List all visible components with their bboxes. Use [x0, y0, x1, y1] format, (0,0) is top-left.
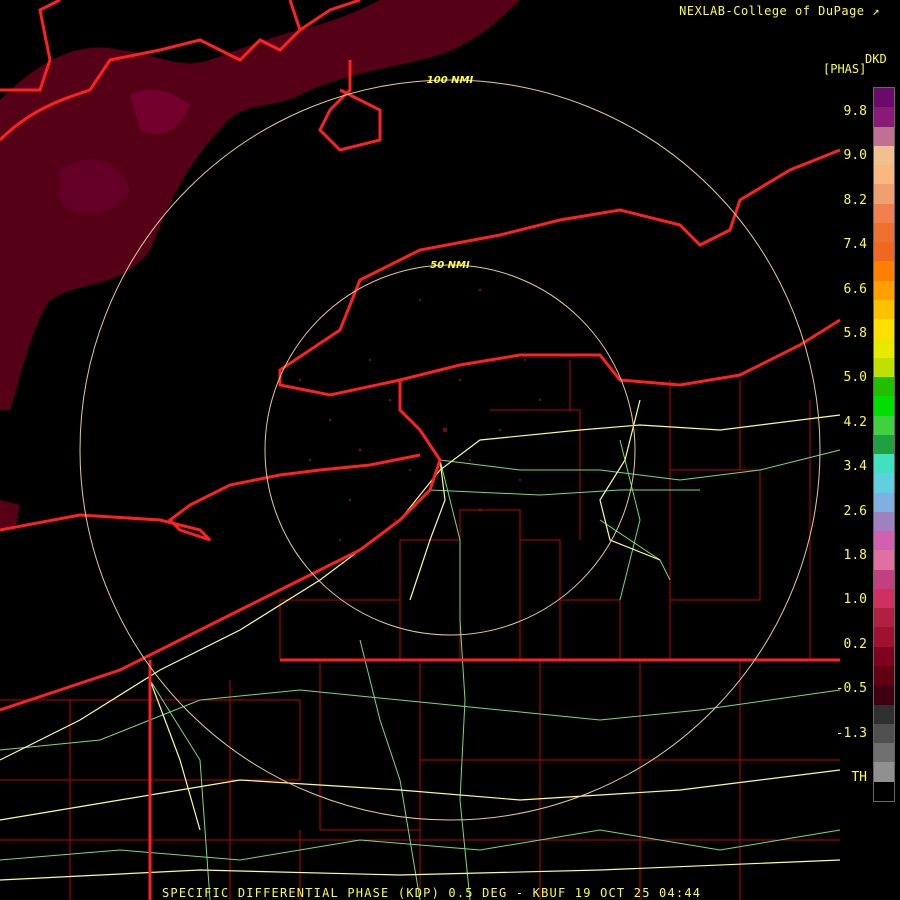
legend-swatch: [874, 473, 894, 493]
legend-swatch: [874, 434, 894, 455]
legend-swatch: [874, 184, 894, 204]
legend-swatch: [874, 396, 894, 416]
product-footer: SPECIFIC DIFFERENTIAL PHASE (KDP) 0.5 DE…: [162, 886, 702, 900]
ground-clutter: [298, 288, 542, 542]
legend-swatch: [874, 492, 894, 512]
radar-map: 50 NMI 100 NMI: [0, 0, 841, 900]
legend-tick-label: 5.0: [843, 370, 867, 386]
legend-swatch: [874, 550, 894, 570]
legend-tick-label: 4.2: [843, 414, 867, 430]
credit-text: NEXLAB-College of DuPage: [679, 4, 865, 18]
legend-swatch: [874, 126, 894, 146]
legend-swatch: [874, 107, 894, 127]
legend-swatch: [874, 685, 894, 705]
legend-swatch: [874, 165, 894, 185]
product-code: DKD: [865, 52, 887, 66]
legend-swatch: [874, 454, 894, 474]
legend-swatch: [874, 781, 894, 801]
legend-tick-label: 1.0: [843, 592, 867, 608]
legend-tick-label: 7.4: [843, 237, 867, 253]
legend-swatch: [874, 608, 894, 628]
legend-tick-label: -0.5: [835, 681, 867, 697]
legend-tick-label: 3.4: [843, 459, 867, 475]
legend-swatch: [874, 357, 894, 377]
legend-swatch: [874, 261, 894, 281]
legend-tick-label: 0.2: [843, 636, 867, 652]
legend-tick-label: 5.8: [843, 326, 867, 341]
legend-swatch: [874, 704, 894, 724]
legend-swatch: [874, 88, 894, 108]
legend-swatch: [874, 723, 894, 744]
radar-display: 50 NMI 100 NMI NEXLAB-College of DuPage …: [0, 0, 900, 900]
legend-swatch: [874, 665, 894, 686]
legend-tick-label: TH: [851, 770, 867, 785]
ring-100-label: 100 NMI: [427, 75, 474, 86]
legend-swatch: [874, 569, 894, 589]
legend-swatch: [874, 222, 894, 243]
legend-swatch: [874, 627, 894, 647]
legend-swatch: [874, 415, 894, 435]
legend-swatch: [874, 203, 894, 223]
units-label: [PHAS]: [823, 62, 867, 76]
legend-tick-label: 9.0: [843, 148, 867, 164]
legend-tick-label: 8.2: [843, 192, 867, 208]
legend-swatch: [874, 280, 894, 300]
legend-swatch: [874, 511, 894, 532]
ring-50-label: 50 NMI: [430, 260, 470, 271]
legend-swatch: [874, 145, 894, 166]
legend-swatch: [874, 588, 894, 609]
legend-swatch: [874, 646, 894, 666]
legend-swatch: [874, 299, 894, 320]
legend-tick-label: 2.6: [843, 503, 867, 519]
legend-swatch: [874, 743, 894, 763]
credit-label: NEXLAB-College of DuPage ↗: [679, 4, 880, 18]
legend-swatch: [874, 338, 894, 358]
legend-tick-label: 1.8: [843, 548, 867, 563]
color-legend: [873, 87, 895, 802]
legend-tick-label: 6.6: [843, 281, 867, 297]
legend-tick-label: 9.8: [843, 104, 867, 119]
legend-tick-label: -1.3: [835, 725, 867, 741]
external-link-icon[interactable]: ↗: [872, 4, 880, 18]
legend-swatch: [874, 762, 894, 782]
legend-swatch: [874, 531, 894, 551]
legend-swatch: [874, 319, 894, 339]
legend-swatch: [874, 242, 894, 262]
legend-swatch: [874, 376, 894, 397]
